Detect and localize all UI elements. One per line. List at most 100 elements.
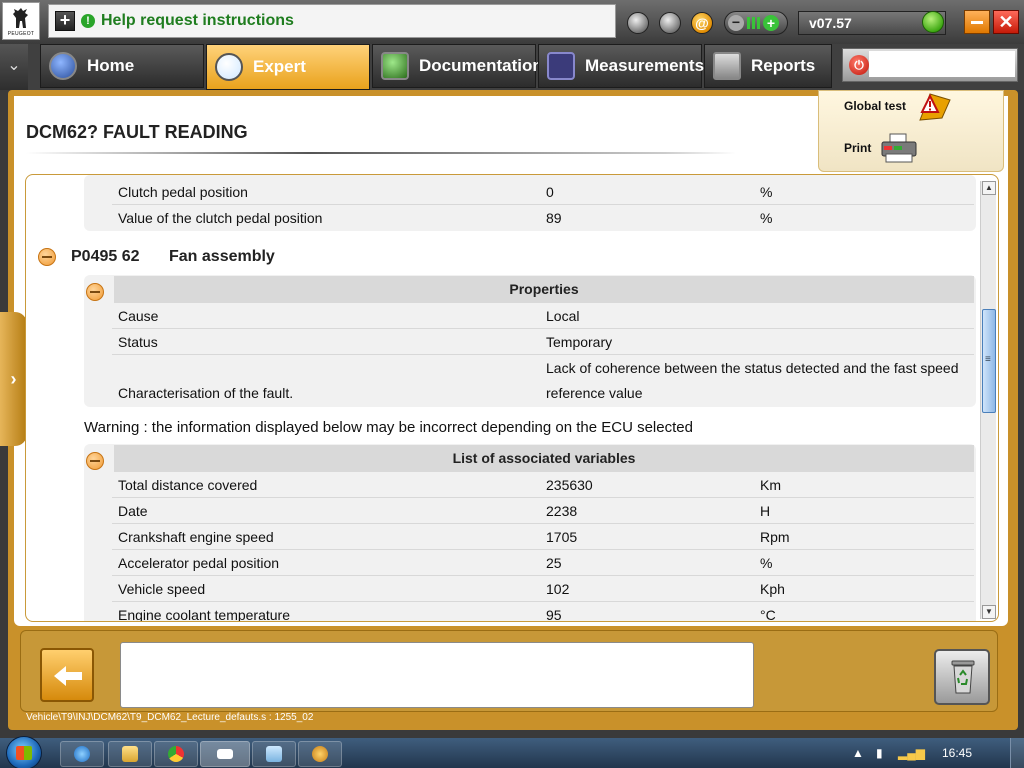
variable-unit: Km (760, 477, 781, 493)
table-row: Accelerator pedal position 25 % (112, 551, 974, 576)
property-name: Status (118, 334, 158, 350)
title-divider (26, 152, 736, 154)
fault-details-scroll-area[interactable]: Clutch pedal position 0 % Value of the c… (26, 175, 984, 622)
table-row: Date 2238 H (112, 499, 974, 524)
home-icon (49, 52, 77, 80)
tab-menu-chevron-icon[interactable]: ⌄ (0, 44, 28, 90)
table-row: Clutch pedal position 0 % (112, 180, 974, 205)
tab-label: Measurements (585, 56, 705, 75)
help-request-title: Help request instructions (101, 12, 294, 29)
warning-flag-icon[interactable] (916, 90, 952, 122)
variable-name: Engine coolant temperature (118, 607, 290, 622)
battery-level-bars (747, 17, 760, 29)
variable-name: Date (118, 503, 148, 519)
battery-plus-icon: + (763, 15, 779, 31)
scroll-down-icon[interactable]: ▼ (982, 605, 996, 619)
property-value-line-2: reference value (546, 385, 643, 401)
taskbar-file-explorer[interactable] (108, 741, 152, 767)
variable-unit: % (760, 184, 773, 200)
taskbar-chrome[interactable] (154, 741, 198, 767)
table-row: Total distance covered 235630 Km (112, 473, 974, 498)
script-path: Vehicle\T9\INJ\DCM62\T9_DCM62_Lecture_de… (26, 712, 314, 723)
show-desktop-button[interactable] (1010, 738, 1024, 768)
taskbar-paint[interactable] (298, 741, 342, 767)
property-name: Characterisation of the fault. (118, 385, 294, 401)
recycle-bin-icon (951, 660, 975, 694)
tab-measurements[interactable]: Measurements (538, 44, 705, 88)
power-icon[interactable]: ⏻ (849, 55, 869, 75)
close-button[interactable]: ✕ (993, 10, 1019, 34)
battery-indicator: − + (724, 11, 788, 35)
fault-code: P0495 62 (71, 248, 140, 265)
table-row: Characterisation of the fault. Lack of c… (112, 356, 974, 406)
tab-home[interactable]: Home (40, 44, 204, 88)
reports-icon (713, 52, 741, 80)
variable-name: Total distance covered (118, 477, 258, 493)
power-field-input[interactable] (869, 51, 1015, 77)
collapse-fault-icon[interactable] (38, 248, 56, 266)
property-value: Temporary (546, 334, 613, 350)
table-row: Cause Local (112, 304, 974, 329)
paint-icon (312, 746, 328, 762)
connection-status-icon[interactable] (922, 11, 944, 33)
printer-icon[interactable] (878, 132, 920, 166)
taskbar-notepad[interactable] (252, 741, 296, 767)
brand-name: PEUGEOT (7, 30, 35, 37)
tab-reports[interactable]: Reports (704, 44, 832, 88)
property-value: Local (546, 308, 580, 324)
table-row: Status Temporary (112, 330, 974, 355)
variable-value: 235630 (546, 477, 593, 493)
table-row: Crankshaft engine speed 1705 Rpm (112, 525, 974, 550)
notepad-icon (266, 746, 282, 762)
documentation-icon (381, 52, 409, 80)
variable-name: Value of the clutch pedal position (118, 210, 323, 226)
scroll-up-icon[interactable]: ▲ (982, 181, 996, 195)
variable-name: Vehicle speed (118, 581, 206, 597)
print-button[interactable]: Print (844, 141, 871, 155)
tab-documentation[interactable]: Documentation (372, 44, 543, 88)
show-hidden-icons[interactable]: ▲ (852, 746, 864, 760)
power-field[interactable]: ⏻ (842, 48, 1018, 82)
collapse-properties-icon[interactable] (86, 283, 104, 301)
minimize-button[interactable] (964, 10, 990, 34)
email-icon[interactable]: @ (691, 12, 713, 34)
variable-unit: °C (760, 607, 776, 622)
lion-logo-icon (13, 7, 28, 28)
trash-button[interactable] (934, 649, 990, 705)
taskbar-clock[interactable]: 16:45 (942, 746, 972, 760)
scrollbar-thumb[interactable] (982, 309, 996, 413)
measurements-icon (547, 52, 575, 80)
tab-label: Home (87, 56, 135, 75)
variable-name: Crankshaft engine speed (118, 529, 274, 545)
variable-value: 0 (546, 184, 554, 200)
info-dot-icon: ! (81, 14, 95, 28)
back-button[interactable] (40, 648, 94, 702)
properties-header: Properties (114, 276, 974, 303)
variable-unit: Kph (760, 581, 785, 597)
help-request-bar[interactable]: + ! Help request instructions (48, 4, 616, 38)
taskbar-internet-explorer[interactable] (60, 741, 104, 767)
taskbar-diagnostic-app[interactable] (200, 741, 250, 767)
main-tab-bar: ⌄ Home Expert Documentation Measurements… (0, 44, 1024, 90)
battery-tray-icon[interactable]: ▮ (876, 746, 883, 760)
global-test-button[interactable]: Global test (844, 99, 906, 113)
vertical-scrollbar[interactable]: ▲ ▼ (980, 181, 996, 619)
top-bar: PEUGEOT + ! Help request instructions @ … (0, 0, 1024, 44)
fault-name: Fan assembly (169, 248, 275, 265)
start-button[interactable] (6, 736, 42, 768)
variable-value: 89 (546, 210, 562, 226)
collapse-variables-icon[interactable] (86, 452, 104, 470)
tab-expert[interactable]: Expert (206, 44, 370, 90)
variable-name: Accelerator pedal position (118, 555, 280, 571)
variable-unit: % (760, 210, 773, 226)
side-panel-expand-handle[interactable]: › (0, 312, 27, 446)
fault-details-panel: Clutch pedal position 0 % Value of the c… (25, 174, 999, 622)
user-icon[interactable] (659, 12, 681, 34)
signal-tray-icon[interactable]: ▂▄▆ (898, 746, 925, 760)
variable-value: 102 (546, 581, 570, 597)
expand-plus-icon[interactable]: + (55, 11, 75, 31)
tab-label: Documentation (419, 56, 543, 75)
diagnostic-app-icon (217, 749, 233, 759)
download-icon[interactable] (627, 12, 649, 34)
table-row: Vehicle speed 102 Kph (112, 577, 974, 602)
